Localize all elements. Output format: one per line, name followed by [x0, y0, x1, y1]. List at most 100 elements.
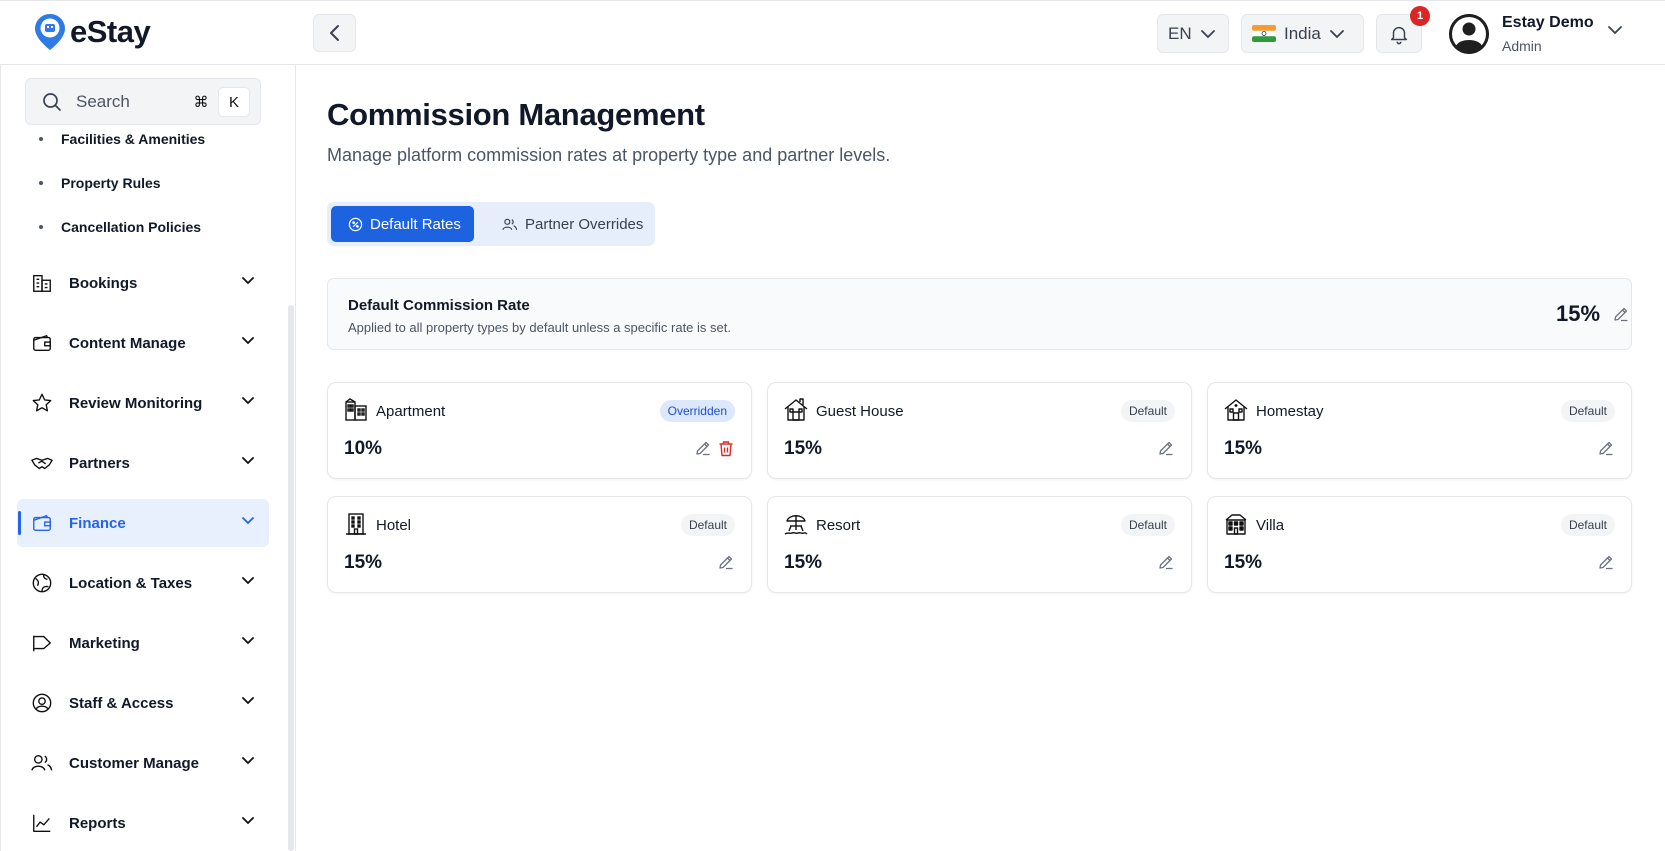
search-button[interactable]: Search ⌘ K	[25, 78, 261, 125]
sidebar-item-label: Location & Taxes	[69, 574, 193, 592]
trash-icon[interactable]	[718, 440, 734, 457]
commission-tabs: Default Rates Partner Overrides	[327, 202, 655, 246]
bell-icon	[1390, 26, 1408, 44]
sidebar: Search ⌘ K Facilities & Amenities Proper…	[0, 65, 296, 851]
chevron-down-icon	[242, 697, 254, 705]
sidebar-item-label: Staff & Access	[69, 694, 174, 712]
status-badge: Default	[1560, 400, 1615, 422]
user-circle-icon	[30, 691, 54, 715]
star-icon	[30, 391, 54, 415]
chevron-down-icon	[242, 637, 254, 645]
sidebar-item-location-taxes[interactable]: Location & Taxes	[17, 559, 269, 607]
sidebar-item-bookings[interactable]: Bookings	[17, 259, 269, 307]
homestay-icon	[1224, 399, 1248, 421]
sidebar-item-staff-access[interactable]: Staff & Access	[17, 679, 269, 727]
property-card-resort: Resort Default 15%	[767, 496, 1192, 593]
sidebar-subitem-label: Facilities & Amenities	[61, 131, 206, 147]
avatar[interactable]	[1449, 14, 1489, 54]
country-value: India	[1284, 23, 1321, 43]
language-select[interactable]: EN	[1157, 14, 1229, 53]
page-title: Commission Management	[327, 97, 705, 132]
shortcut-cmd-key: ⌘	[193, 94, 209, 111]
sidebar-item-finance[interactable]: Finance	[17, 499, 269, 547]
edit-pencil-icon[interactable]	[718, 554, 734, 570]
active-indicator	[18, 511, 21, 535]
sidebar-item-review-monitoring[interactable]: Review Monitoring	[17, 379, 269, 427]
chevron-down-icon	[242, 757, 254, 765]
property-card-guest-house: Guest House Default 15%	[767, 382, 1192, 479]
edit-pencil-icon[interactable]	[695, 440, 711, 456]
sidebar-item-reports[interactable]: Reports	[17, 799, 269, 847]
collapse-sidebar-button[interactable]	[313, 14, 356, 52]
property-type-name: Hotel	[376, 517, 412, 534]
sidebar-item-content-manage[interactable]: Content Manage	[17, 319, 269, 367]
property-card-apartment: Apartment Overridden 10%	[327, 382, 752, 479]
default-commission-card: Default Commission Rate Applied to all p…	[327, 278, 1632, 350]
sidebar-subitem-property-rules[interactable]: Property Rules	[39, 175, 161, 191]
sidebar-subitem-label: Cancellation Policies	[61, 219, 202, 235]
chevron-down-icon	[242, 457, 254, 465]
user-name: Estay Demo	[1502, 14, 1594, 31]
sidebar-scrollbar[interactable]	[288, 305, 294, 851]
users-icon	[502, 218, 518, 230]
property-rate: 15%	[1224, 438, 1263, 459]
sidebar-item-label: Content Manage	[69, 334, 186, 352]
sidebar-item-label: Bookings	[69, 274, 138, 292]
page-subtitle: Manage platform commission rates at prop…	[327, 145, 891, 165]
search-icon	[43, 92, 61, 111]
sidebar-item-partners[interactable]: Partners	[17, 439, 269, 487]
property-rate: 15%	[784, 438, 823, 459]
property-card-homestay: Homestay Default 15%	[1207, 382, 1632, 479]
percent-circle-icon	[348, 217, 363, 231]
tab-partner-overrides[interactable]: Partner Overrides	[485, 206, 650, 242]
edit-pencil-icon[interactable]	[1158, 554, 1174, 570]
sidebar-item-marketing[interactable]: Marketing	[17, 619, 269, 667]
status-badge: Overridden	[659, 400, 735, 422]
country-select[interactable]: India	[1241, 14, 1364, 53]
edit-pencil-icon[interactable]	[1613, 306, 1629, 322]
notification-count-badge: 1	[1410, 6, 1430, 26]
sidebar-item-label: Customer Manage	[69, 754, 200, 772]
chevron-down-icon	[242, 337, 254, 345]
property-card-hotel: Hotel Default 15%	[327, 496, 752, 593]
property-type-name: Homestay	[1256, 403, 1324, 420]
sidebar-item-customer-manage[interactable]: Customer Manage	[17, 739, 269, 787]
user-avatar-icon	[1449, 14, 1489, 54]
user-role: Admin	[1502, 38, 1542, 54]
map-pin-logo-icon	[35, 14, 65, 50]
property-rate: 15%	[784, 552, 823, 573]
property-type-name: Resort	[816, 517, 861, 534]
language-value: EN	[1168, 23, 1192, 43]
bullet-dot	[39, 137, 43, 141]
handshake-icon	[30, 451, 54, 475]
sidebar-item-label: Finance	[69, 514, 126, 532]
chevron-down-icon	[1200, 29, 1215, 38]
status-badge: Default	[1120, 400, 1175, 422]
property-type-name: Apartment	[376, 403, 446, 420]
tab-label: Default Rates	[370, 215, 461, 233]
resort-umbrella-icon	[784, 515, 808, 535]
tab-default-rates[interactable]: Default Rates	[331, 206, 474, 242]
guest-house-icon	[784, 398, 808, 421]
sidebar-subitem-cancellation-policies[interactable]: Cancellation Policies	[39, 219, 201, 235]
chevron-down-icon	[1329, 29, 1344, 38]
india-flag-icon	[1252, 25, 1276, 42]
search-label: Search	[76, 91, 130, 111]
logo[interactable]: eStay	[34, 13, 151, 51]
edit-pencil-icon[interactable]	[1598, 440, 1614, 456]
villa-icon	[1225, 514, 1247, 535]
edit-pencil-icon[interactable]	[1158, 440, 1174, 456]
wallet-icon	[30, 331, 54, 355]
property-type-name: Guest House	[816, 403, 904, 420]
users-icon	[30, 751, 54, 775]
user-menu-chevron-icon[interactable]	[1607, 25, 1623, 35]
sidebar-item-label: Reports	[69, 814, 126, 832]
status-badge: Default	[680, 514, 735, 536]
edit-pencil-icon[interactable]	[1598, 554, 1614, 570]
property-rate: 15%	[1224, 552, 1263, 573]
building-icon	[30, 271, 54, 295]
status-badge: Default	[1120, 514, 1175, 536]
sidebar-subitem-facilities-amenities[interactable]: Facilities & Amenities	[39, 131, 205, 147]
chart-line-icon	[30, 811, 54, 835]
wallet-icon	[30, 511, 54, 535]
